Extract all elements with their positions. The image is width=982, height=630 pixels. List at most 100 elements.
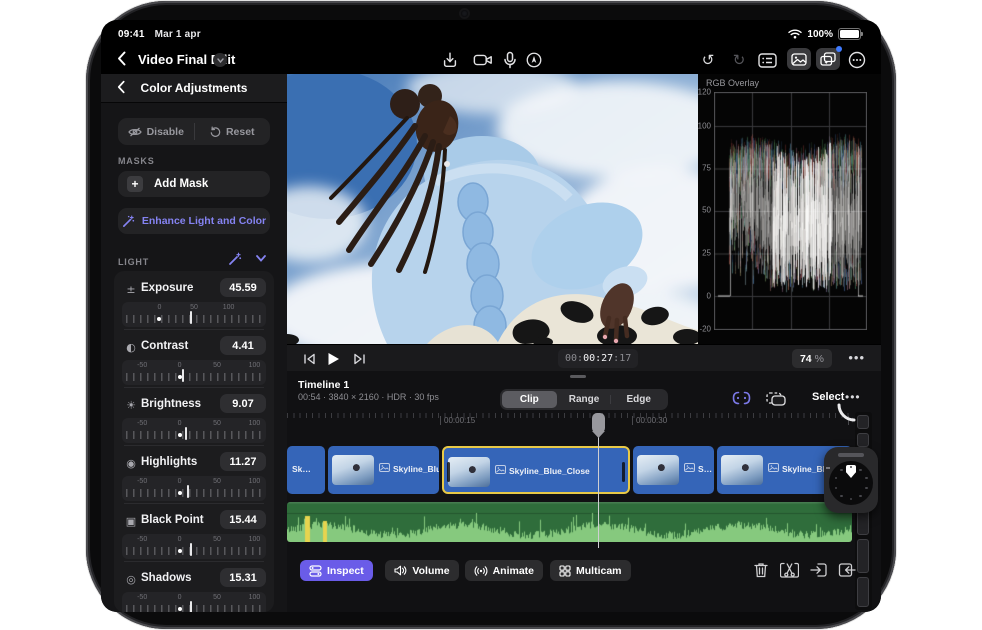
masks-section-label: MASKS	[118, 156, 155, 166]
segment-clip[interactable]: Clip	[502, 391, 557, 408]
multicam-button[interactable]: Multicam	[550, 560, 631, 581]
track-height-segment[interactable]	[857, 433, 869, 447]
pointer-circle-icon[interactable]	[523, 49, 545, 71]
snapping-icon[interactable]	[730, 388, 752, 408]
panel-header: Color Adjustments	[101, 74, 287, 103]
transport-bar: 00: 00:27:17 74 % •••	[287, 344, 881, 372]
slider-value[interactable]: 45.59	[220, 278, 266, 297]
timeline-drag-handle[interactable]	[570, 375, 586, 378]
skip-back-icon[interactable]	[301, 351, 317, 366]
black-point-icon: ▣	[125, 515, 137, 528]
collapse-chevron-icon[interactable]	[256, 255, 266, 262]
media-browser-button[interactable]	[787, 48, 811, 70]
slider-ruler[interactable]: 0 50 100	[122, 302, 266, 327]
color-adjustments-panel: Color Adjustments Disable Reset MASKS + …	[101, 74, 288, 612]
clip-name: Sk…	[292, 464, 311, 474]
slider-cursor[interactable]	[185, 427, 188, 440]
photo-icon	[495, 465, 506, 474]
segment-edge[interactable]: Edge	[611, 391, 666, 408]
undo-icon[interactable]: ↺	[697, 49, 719, 71]
photo-icon	[379, 463, 390, 472]
timeline-clip[interactable]: Skyline_Blue_Close	[442, 446, 630, 494]
slider-value[interactable]: 4.41	[220, 336, 266, 355]
status-bar: 09:41 Mar 1 apr 100%	[101, 26, 881, 44]
disable-reset-group: Disable Reset	[118, 118, 270, 145]
ruler-timestamp: 00:00:15	[440, 416, 475, 425]
slider-value[interactable]: 15.31	[220, 568, 266, 587]
reset-button[interactable]: Reset	[195, 118, 271, 145]
jog-grab-handle[interactable]	[838, 453, 864, 457]
volume-button[interactable]: Volume	[385, 560, 459, 581]
inspect-button[interactable]: Inspect	[300, 560, 373, 581]
video-track: Sk… Skyline_Blue_Wide Skyline_Blue_Close S……	[287, 446, 853, 494]
delete-icon[interactable]	[751, 560, 771, 580]
blade-icon[interactable]	[779, 560, 799, 580]
inspector-icon[interactable]	[756, 49, 778, 71]
redo-icon[interactable]: ↻	[728, 49, 750, 71]
slider-default-dot	[177, 433, 182, 437]
slider-cursor[interactable]	[190, 311, 193, 324]
import-icon[interactable]	[439, 49, 461, 71]
zoom-level-control[interactable]: 74 %	[791, 349, 832, 368]
slider-cursor[interactable]	[190, 543, 193, 556]
auto-enhance-icon[interactable]	[228, 252, 242, 266]
more-options-icon[interactable]	[846, 49, 868, 71]
slider-ruler[interactable]: -50 0 50 100	[122, 360, 266, 385]
camera-icon[interactable]	[472, 49, 494, 71]
select-tool-icon[interactable]	[765, 388, 787, 408]
slider-cursor[interactable]	[182, 369, 185, 382]
overwrite-clip-icon[interactable]	[837, 560, 857, 580]
status-time: 09:41	[118, 29, 145, 40]
jog-dial[interactable]	[829, 461, 873, 505]
light-sliders-card: ± Exposure 45.59 0 50 100 ◐ Contrast 4.41 -50 0 50 1…	[114, 271, 274, 612]
playhead-handle[interactable]	[592, 413, 605, 433]
timeline-name[interactable]: Timeline 1	[298, 379, 349, 391]
disable-button[interactable]: Disable	[118, 118, 194, 145]
slider-label: Brightness	[141, 398, 202, 410]
add-mask-button[interactable]: + Add Mask	[118, 171, 270, 197]
slider-value[interactable]: 9.07	[220, 394, 266, 413]
back-chevron-icon[interactable]	[117, 51, 126, 66]
animate-button[interactable]: Animate	[464, 560, 544, 581]
slider-cursor[interactable]	[187, 485, 190, 498]
slider-value[interactable]: 11.27	[220, 452, 266, 471]
jog-wheel[interactable]	[824, 447, 878, 513]
transport-more-icon[interactable]: •••	[848, 350, 865, 365]
slider-ruler[interactable]: -50 0 50 100	[122, 418, 266, 443]
microphone-icon[interactable]	[499, 49, 521, 71]
light-section-header[interactable]: LIGHT	[118, 252, 270, 267]
front-camera	[461, 10, 468, 17]
contrast-icon: ◐	[126, 341, 136, 354]
play-button[interactable]	[325, 351, 341, 366]
slider-value[interactable]: 15.44	[220, 510, 266, 529]
slider-ruler[interactable]: -50 0 50 100	[122, 592, 266, 612]
photo-icon	[684, 463, 695, 472]
trim-handle-right[interactable]	[622, 462, 625, 482]
edit-mode-segmented-control: Clip Range Edge	[500, 389, 668, 410]
status-date: Mar 1 apr	[154, 29, 201, 40]
trim-handle-left[interactable]	[447, 462, 450, 482]
effects-button[interactable]	[816, 46, 842, 70]
slider-label: Contrast	[141, 340, 189, 352]
timeline-clip[interactable]: Skyline_Blue_Wide	[328, 446, 439, 494]
timeline-ruler[interactable]: 00:00:1500:00:3000:00:45	[287, 412, 853, 430]
slider-ruler[interactable]: -50 0 50 100	[122, 534, 266, 559]
insert-clip-icon[interactable]	[809, 560, 829, 580]
scope-axis-label: 50	[702, 205, 711, 215]
timeline-clip[interactable]: S…	[633, 446, 714, 494]
wifi-icon	[788, 29, 803, 39]
timeline-clip[interactable]: Sk…	[287, 446, 325, 494]
volume-icon	[394, 565, 407, 576]
slider-cursor[interactable]	[190, 601, 193, 612]
audio-track-clip[interactable]	[287, 502, 852, 542]
enhance-light-color-button[interactable]: Enhance Light and Color	[118, 208, 270, 234]
bottom-toolbar: Inspect Volume Animate Multicam	[287, 553, 881, 593]
timecode-display[interactable]: 00: 00:27:17	[558, 349, 639, 368]
slider-default-dot	[177, 607, 182, 611]
title-bar: Video Final Edit ↺ ↻	[101, 46, 881, 74]
screen: 09:41 Mar 1 apr 100% Video Final Edit ↺ …	[101, 20, 881, 612]
slider-ruler[interactable]: -50 0 50 100	[122, 476, 266, 501]
skip-forward-icon[interactable]	[351, 351, 367, 366]
segment-range[interactable]: Range	[557, 391, 612, 408]
project-menu-chevron-icon[interactable]	[213, 53, 227, 67]
